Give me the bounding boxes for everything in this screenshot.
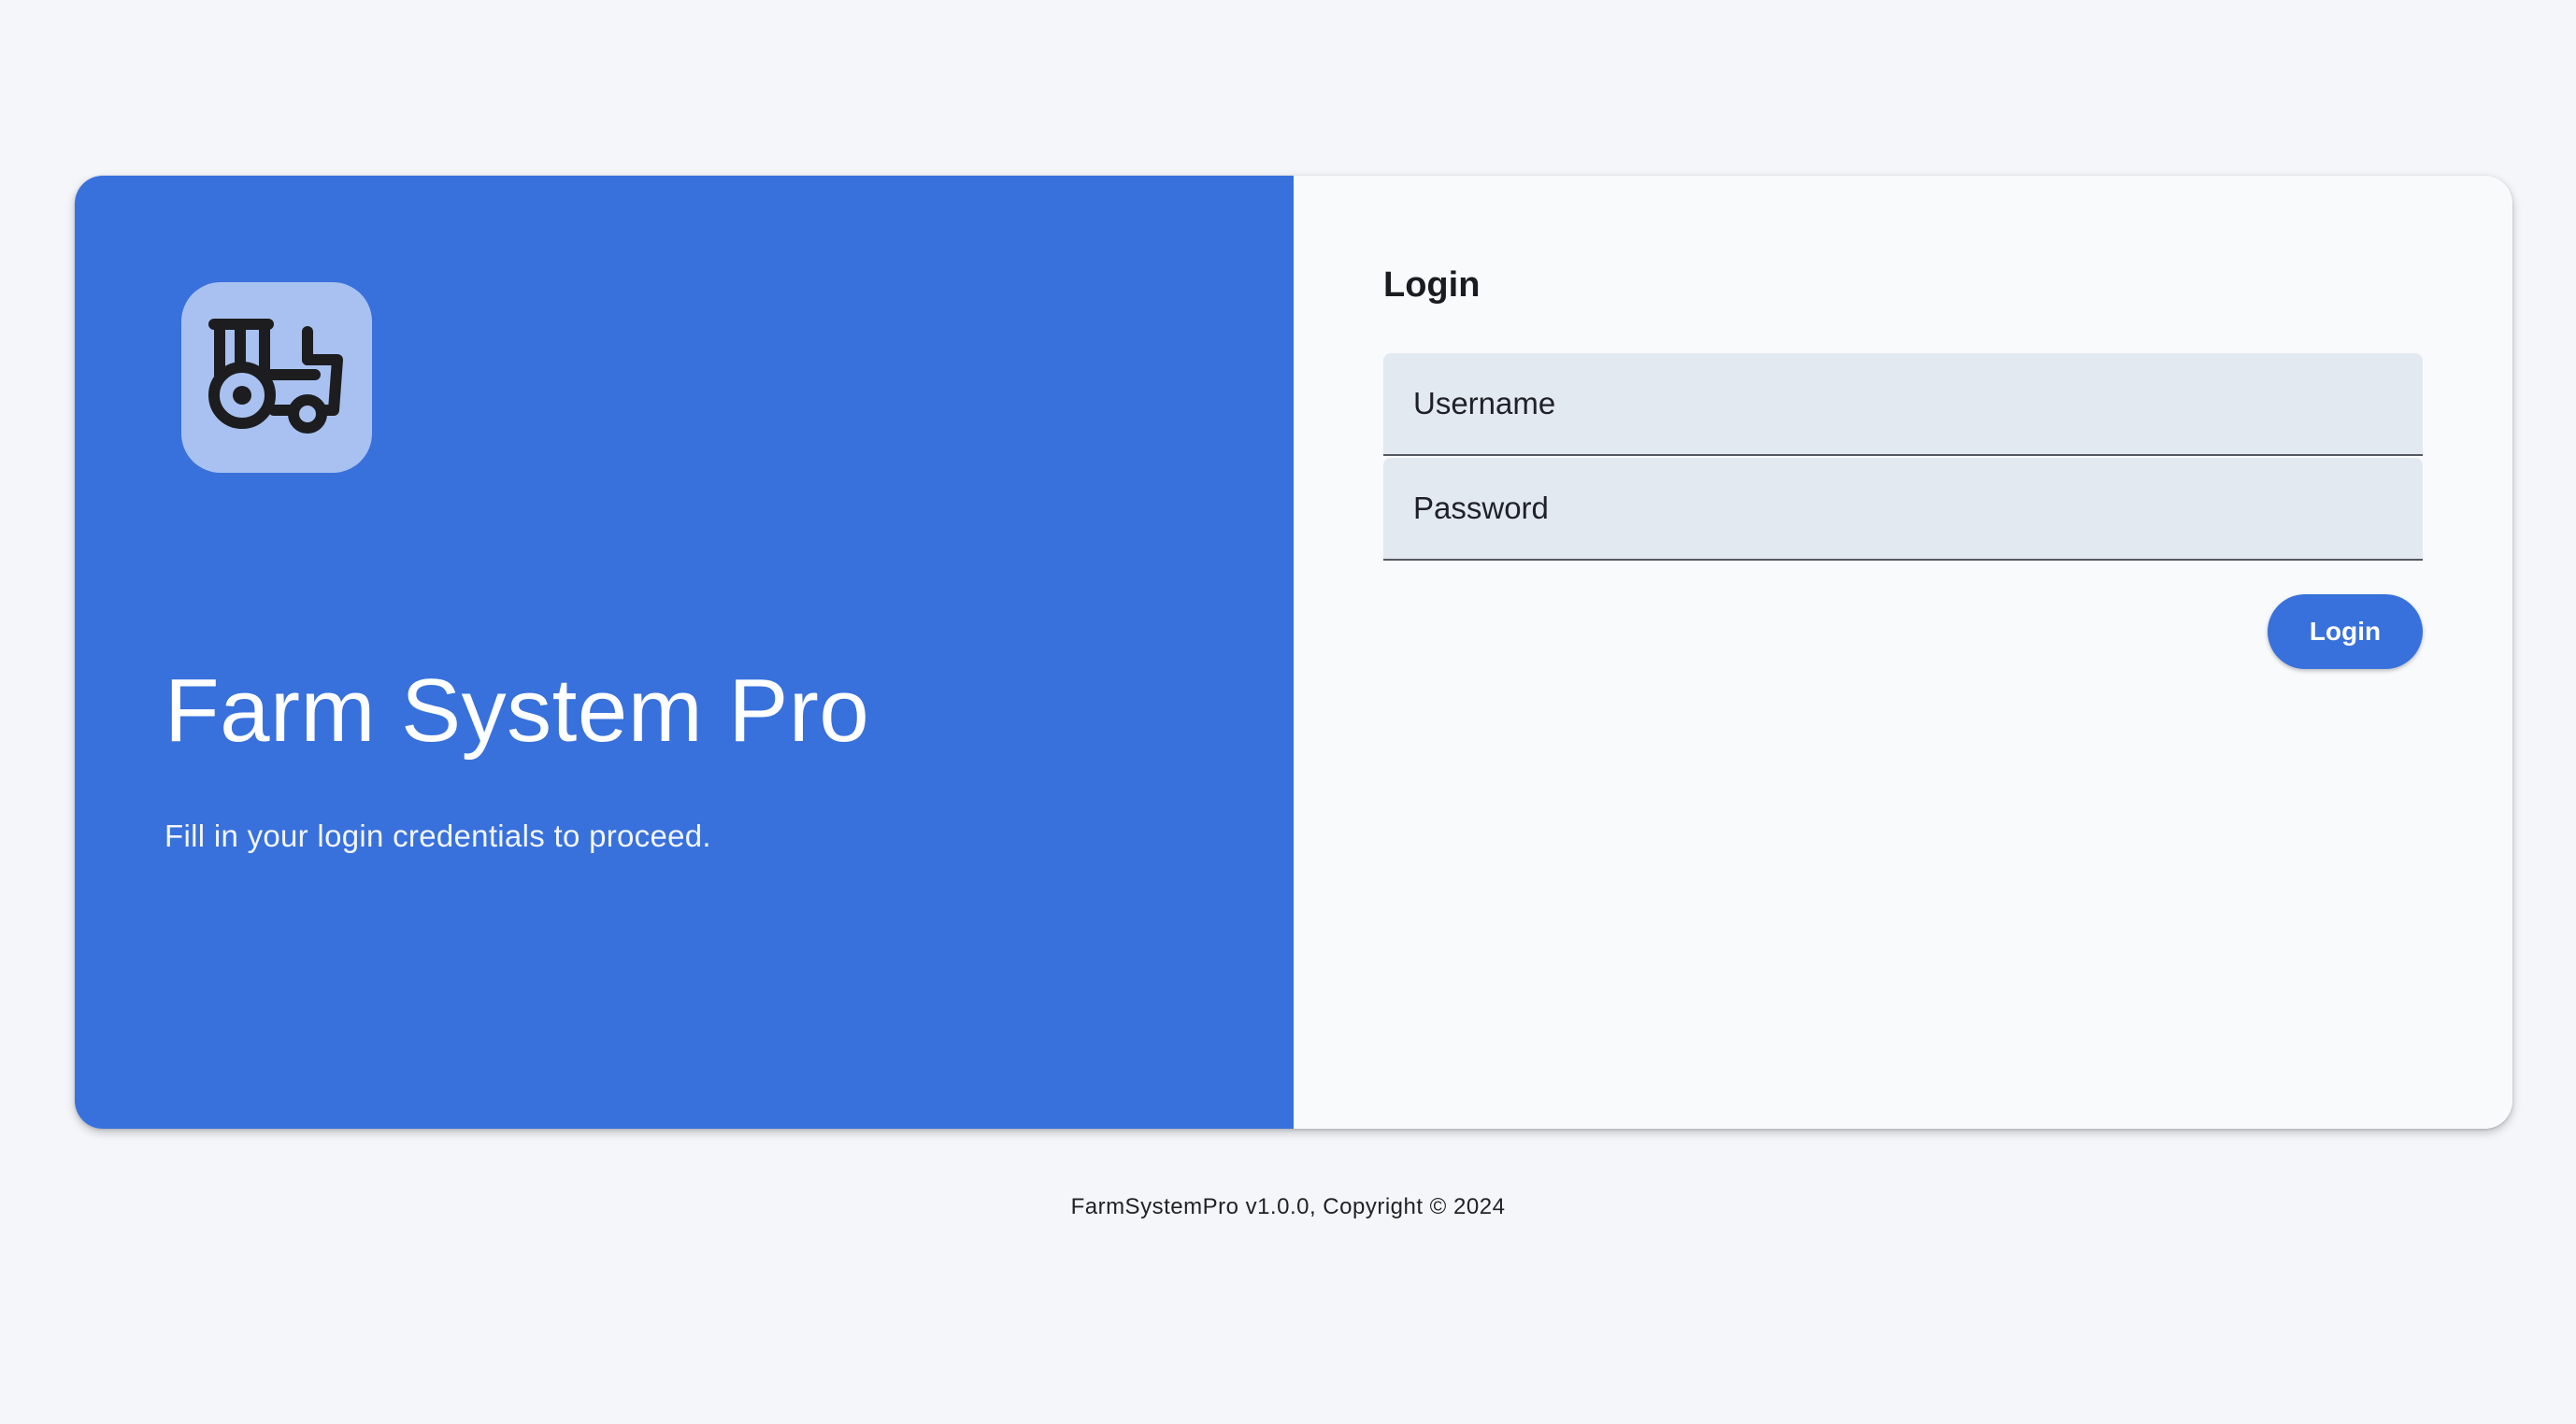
brand-panel: Farm System Pro Fill in your login crede…	[75, 176, 1294, 1129]
password-input[interactable]	[1383, 458, 2423, 559]
app-logo	[181, 282, 372, 473]
app-subtitle: Fill in your login credentials to procee…	[165, 819, 711, 853]
login-button[interactable]: Login	[2268, 594, 2423, 669]
tractor-icon	[208, 319, 343, 434]
app-title: Farm System Pro	[165, 661, 870, 761]
login-panel: Login Login	[1294, 176, 2512, 1129]
username-input[interactable]	[1383, 353, 2423, 454]
username-field[interactable]	[1383, 353, 2423, 456]
password-field[interactable]	[1383, 458, 2423, 561]
login-heading: Login	[1383, 265, 1481, 305]
footer-copyright: FarmSystemPro v1.0.0, Copyright © 2024	[1070, 1194, 1506, 1219]
login-card: Farm System Pro Fill in your login crede…	[75, 176, 2512, 1129]
